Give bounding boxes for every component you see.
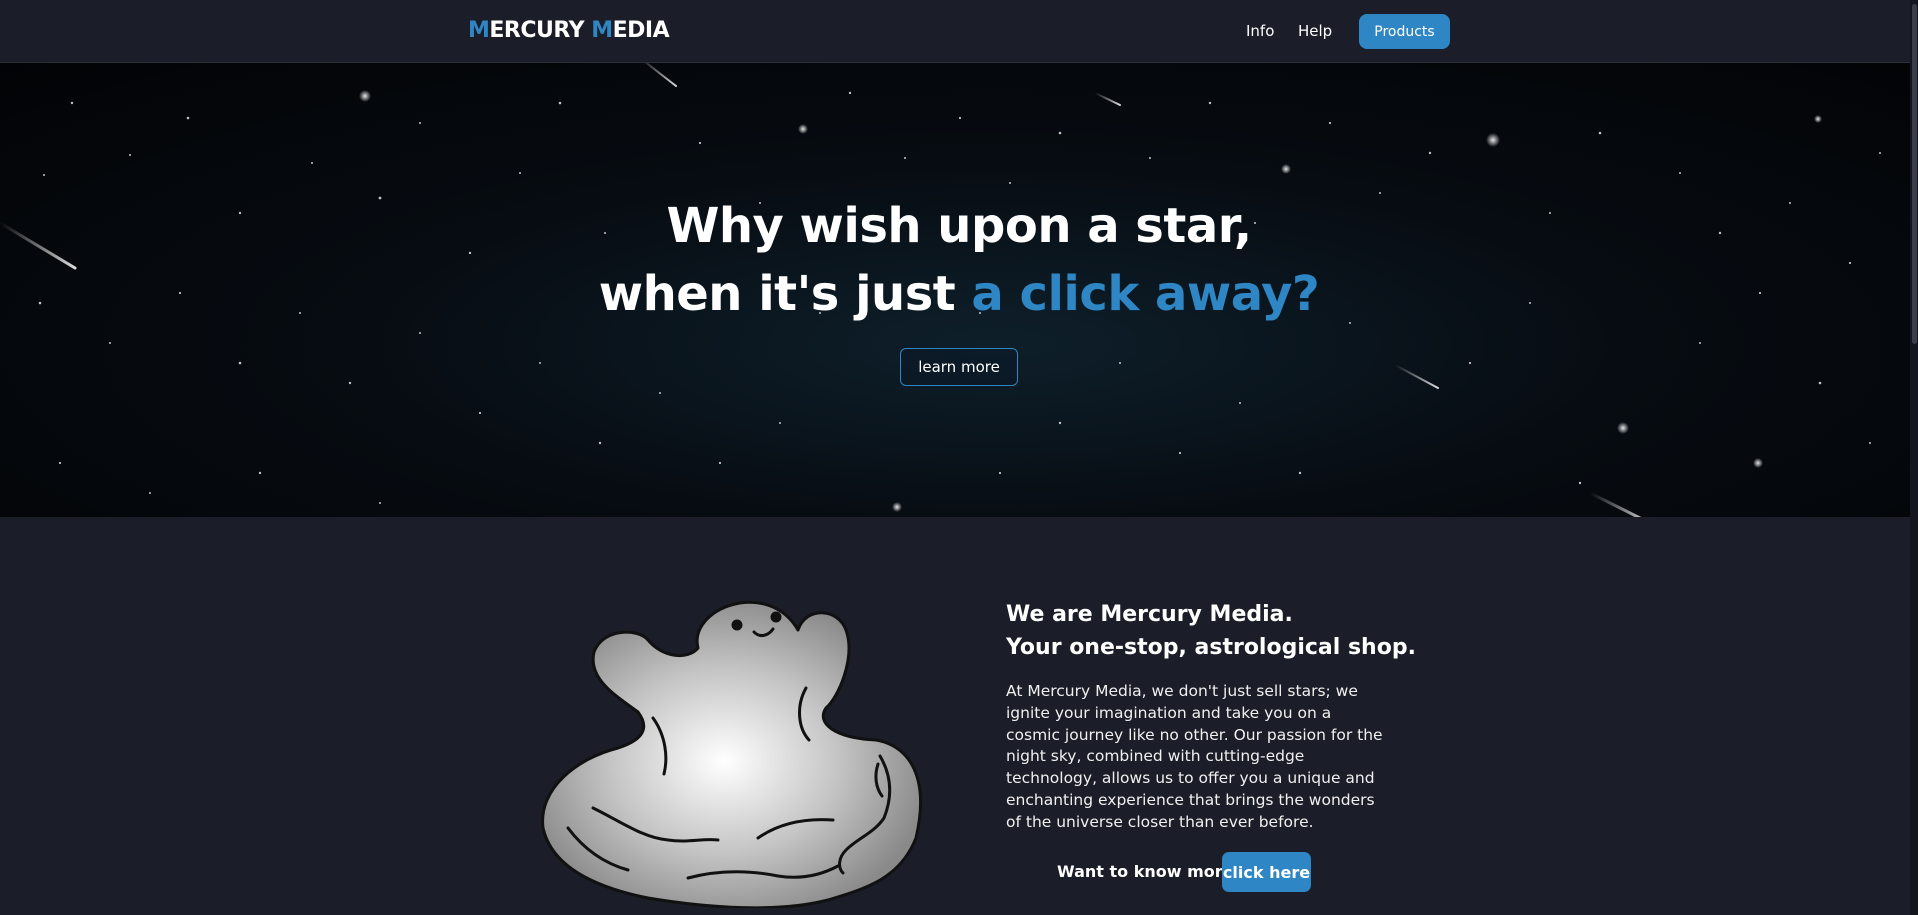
nav-link-info[interactable]: Info	[1246, 22, 1274, 40]
ghost-mascot-icon	[541, 600, 922, 908]
about-heading-line1: We are Mercury Media.	[1006, 602, 1293, 627]
logo[interactable]: MERCURY MEDIA	[468, 18, 670, 43]
scrollbar-thumb[interactable]	[1912, 4, 1917, 344]
nav-link-help[interactable]: Help	[1298, 22, 1332, 40]
about-heading-line2: Your one-stop, astrological shop.	[1006, 635, 1416, 660]
navbar: MERCURY MEDIA Info Help Products	[0, 0, 1918, 63]
learn-more-button[interactable]: learn more	[900, 348, 1018, 386]
logo-initial-m: M	[468, 18, 490, 43]
logo-initial-m-2: M	[591, 18, 613, 43]
products-button[interactable]: Products	[1359, 14, 1450, 49]
about-paragraph: At Mercury Media, we don't just sell sta…	[1006, 682, 1383, 831]
click-here-button[interactable]: click here	[1222, 852, 1311, 892]
hero-headline-line2: when it's just a click away?	[0, 266, 1910, 322]
logo-text-edia: EDIA	[612, 18, 670, 43]
about-heading: We are Mercury Media. Your one-stop, ast…	[1006, 598, 1416, 664]
scrollbar[interactable]	[1910, 0, 1918, 915]
hero-headline-line1: Why wish upon a star,	[666, 198, 1252, 254]
logo-text-ercury: ERCURY	[489, 18, 592, 43]
hero-headline-highlight: a click away?	[971, 266, 1320, 322]
hero-section: Why wish upon a star, when it's just a c…	[0, 63, 1910, 517]
know-more-label: Want to know more?	[1057, 862, 1243, 881]
hero-headline-prefix: when it's just	[598, 266, 972, 322]
